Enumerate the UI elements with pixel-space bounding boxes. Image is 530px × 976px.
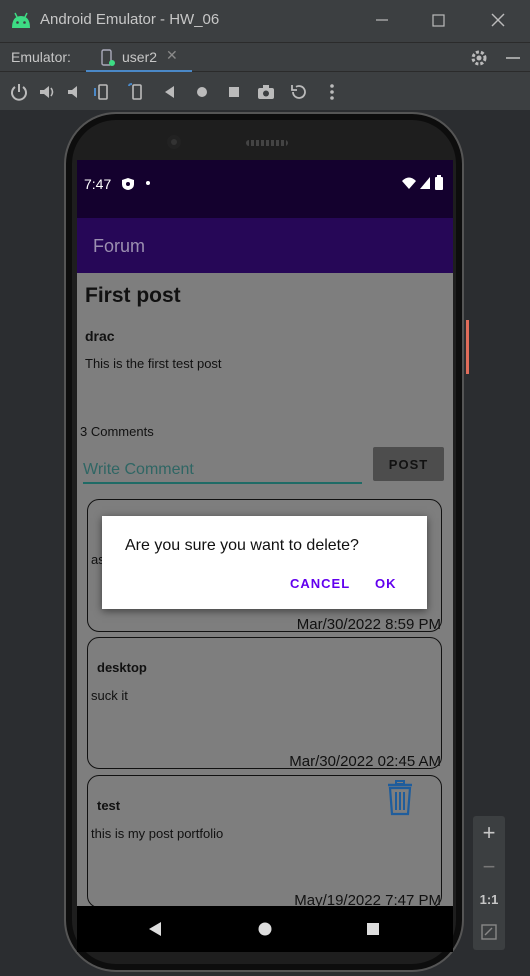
front-camera-icon <box>167 135 181 149</box>
minimize-panel-icon[interactable] <box>503 48 523 68</box>
zoom-out-button[interactable]: − <box>473 854 505 880</box>
close-icon[interactable] <box>486 8 510 32</box>
comment-body: this is my post portfolio <box>91 826 224 841</box>
comment-count: 3 Comments <box>80 424 154 439</box>
tab-user2[interactable]: user2 ✕ <box>86 43 192 73</box>
replay-icon[interactable] <box>289 82 309 102</box>
scroll-indicator <box>466 320 469 374</box>
window-title: Android Emulator - HW_06 <box>40 11 220 28</box>
volume-down-icon[interactable] <box>64 82 84 102</box>
wifi-icon <box>402 177 416 189</box>
comment-date: May/19/2022 7:47 PM <box>294 892 441 906</box>
comment-input[interactable] <box>83 454 362 484</box>
comment-body: suck it <box>91 688 128 703</box>
app-title: Forum <box>93 236 146 256</box>
rotate-left-icon[interactable] <box>93 82 113 102</box>
post-body: This is the first test post <box>85 356 222 371</box>
nav-home-icon[interactable] <box>257 921 273 937</box>
app-bar: Forum <box>77 218 453 273</box>
dialog-message: Are you sure you want to delete? <box>125 537 359 554</box>
signal-icon <box>420 177 430 189</box>
comment-author: test <box>97 798 121 813</box>
volume-up-icon[interactable] <box>37 82 57 102</box>
overview-icon[interactable] <box>224 82 244 102</box>
post-title: First post <box>85 284 181 307</box>
nav-overview-icon[interactable] <box>365 921 381 937</box>
notification-dot-icon <box>146 181 150 185</box>
delete-confirm-dialog: Are you sure you want to delete? CANCEL … <box>102 516 427 609</box>
trash-icon[interactable] <box>386 780 414 816</box>
comment-date: Mar/30/2022 02:45 AM <box>289 753 441 770</box>
status-time: 7:47 <box>84 176 112 192</box>
comment-date: Mar/30/2022 8:59 PM <box>296 616 441 633</box>
camera-icon[interactable] <box>256 82 276 102</box>
shield-icon <box>122 178 134 190</box>
back-icon[interactable] <box>160 82 180 102</box>
tab-close-icon[interactable]: ✕ <box>166 48 178 64</box>
comment-author: desktop <box>97 660 147 675</box>
minimize-icon[interactable] <box>370 8 394 32</box>
android-logo-icon <box>12 12 30 28</box>
home-icon[interactable] <box>192 82 212 102</box>
maximize-icon[interactable] <box>426 8 450 32</box>
zoom-panel: + − 1:1 <box>473 816 505 950</box>
tab-label: user2 <box>122 49 158 65</box>
device-icon <box>101 49 115 66</box>
battery-icon <box>435 175 443 190</box>
navigation-bar <box>77 906 453 952</box>
comment-card[interactable]: test this is my post portfolio May/19/20… <box>87 775 442 906</box>
speaker-grille <box>246 140 288 146</box>
power-icon[interactable] <box>9 82 29 102</box>
post-button[interactable]: POST <box>373 447 444 481</box>
zoom-in-button[interactable]: + <box>473 820 505 846</box>
cancel-button[interactable]: CANCEL <box>290 576 350 591</box>
emulator-label: Emulator: <box>11 49 71 65</box>
ok-button[interactable]: OK <box>375 576 397 591</box>
comment-card[interactable]: desktop suck it Mar/30/2022 02:45 AM <box>87 637 442 770</box>
more-icon[interactable] <box>322 82 342 102</box>
emulator-tab-bar: Emulator: user2 ✕ <box>0 42 530 73</box>
post-author: drac <box>85 328 115 344</box>
zoom-one-to-one-button[interactable]: 1:1 <box>473 892 505 907</box>
fit-screen-icon[interactable] <box>481 924 497 940</box>
rotate-right-icon[interactable] <box>127 82 147 102</box>
nav-back-icon[interactable] <box>147 921 163 937</box>
gear-icon[interactable] <box>469 48 489 68</box>
status-bar: 7:47 <box>77 160 453 218</box>
window-title-bar: Android Emulator - HW_06 <box>0 0 530 42</box>
emulator-toolbar <box>0 72 530 110</box>
